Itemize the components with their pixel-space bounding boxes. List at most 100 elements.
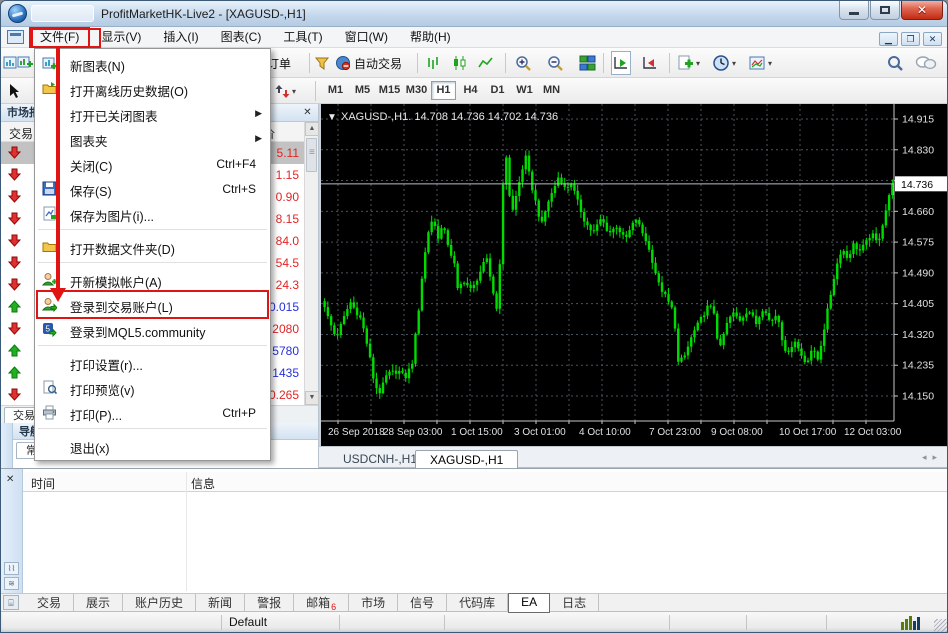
open-chart-icon[interactable] bbox=[17, 51, 34, 75]
timeframe-M5[interactable]: M5 bbox=[350, 81, 375, 100]
file-menu-item-打印预览v[interactable]: 打印预览(v) bbox=[35, 375, 270, 400]
resize-grip[interactable] bbox=[934, 619, 947, 632]
chart-ohlc-title: XAGUSD-,H1. 14.708 14.736 14.702 14.736 bbox=[341, 111, 558, 123]
bid-value: 54.5 bbox=[276, 256, 299, 270]
file-menu-item-退出x[interactable]: 退出(x) bbox=[35, 433, 270, 458]
file-menu-item-保存S[interactable]: 保存(S)Ctrl+S bbox=[35, 176, 270, 201]
file-menu-item-登录到MQL5community[interactable]: 5登录到MQL5.community bbox=[35, 317, 270, 342]
scroll-down-icon[interactable]: ▼ bbox=[305, 391, 319, 405]
menu-帮助H[interactable]: 帮助(H) bbox=[399, 27, 462, 48]
market-watch-scrollbar[interactable]: ▲ ▼ bbox=[304, 122, 318, 405]
terminal-tab-日志[interactable]: 日志 bbox=[550, 594, 599, 612]
zoom-in-icon[interactable] bbox=[515, 51, 533, 75]
terminal-tab-交易[interactable]: 交易 bbox=[25, 594, 74, 612]
search-icon[interactable] bbox=[887, 51, 905, 75]
file-menu-item-打开离线历史数据O[interactable]: 打开离线历史数据(O) bbox=[35, 76, 270, 101]
title-bar[interactable]: ProfitMarketHK-Live2 - [XAGUSD-,H1] ✕ bbox=[1, 1, 948, 27]
file-menu-dropdown: 新图表(N)打开离线历史数据(O)打开已关闭图表▶图表夹▶关闭(C)Ctrl+F… bbox=[34, 48, 271, 461]
auto-scroll-icon[interactable] bbox=[641, 51, 659, 75]
close-button[interactable]: ✕ bbox=[901, 1, 943, 20]
menu-item-label: 保存为图片(i)... bbox=[70, 206, 154, 225]
svg-text:14.830: 14.830 bbox=[902, 144, 934, 156]
menu-item-label: 登录到MQL5.community bbox=[70, 322, 205, 341]
zoom-out-icon[interactable] bbox=[547, 51, 565, 75]
terminal-tab-新闻[interactable]: 新闻 bbox=[196, 594, 245, 612]
terminal-tab-展示[interactable]: 展示 bbox=[74, 594, 123, 612]
menu-插入I[interactable]: 插入(I) bbox=[152, 27, 209, 48]
chart-window-icon[interactable] bbox=[7, 30, 24, 44]
file-menu-item-开新模拟帐户A[interactable]: 开新模拟帐户(A) bbox=[35, 267, 270, 292]
file-menu-item-打开数据文件夹D[interactable]: 打开数据文件夹(D) bbox=[35, 234, 270, 259]
mdi-close-button[interactable]: ✕ bbox=[923, 32, 942, 46]
indicators-button[interactable]: ▾ bbox=[677, 51, 700, 75]
line-chart-icon[interactable] bbox=[477, 51, 495, 75]
chart-tab-xagusd[interactable]: XAGUSD-,H1 bbox=[415, 450, 518, 469]
new-chart-icon bbox=[42, 56, 57, 71]
terminal-column-divider bbox=[186, 472, 187, 591]
file-menu-item-保存为图片i[interactable]: 保存为图片(i)... bbox=[35, 201, 270, 226]
terminal-tab-市场[interactable]: 市场 bbox=[349, 594, 398, 612]
scroll-up-icon[interactable]: ▲ bbox=[305, 122, 319, 136]
terminal-tab-邮箱[interactable]: 邮箱6 bbox=[294, 594, 349, 612]
svg-text:12 Oct 03:00: 12 Oct 03:00 bbox=[844, 427, 902, 438]
updown-arrows-button[interactable]: ▾ bbox=[275, 79, 296, 103]
down-arrow-icon bbox=[8, 190, 21, 203]
terminal-tab-信号[interactable]: 信号 bbox=[398, 594, 447, 612]
tab-scroll-arrows-icon[interactable]: ◂▸ bbox=[922, 452, 943, 463]
timeframe-D1[interactable]: D1 bbox=[485, 81, 510, 100]
file-menu-item-打印P[interactable]: 打印(P)...Ctrl+P bbox=[35, 400, 270, 425]
news-strip-icon[interactable]: ≋ bbox=[4, 577, 19, 590]
timeframe-H1[interactable]: H1 bbox=[431, 81, 456, 100]
file-menu-item-打印设置r[interactable]: 打印设置(r)... bbox=[35, 350, 270, 375]
terminal-tab-代码库[interactable]: 代码库 bbox=[447, 594, 508, 612]
svg-text:26 Sep 2018: 26 Sep 2018 bbox=[328, 427, 385, 438]
svg-text:14.150: 14.150 bbox=[902, 391, 934, 403]
menu-窗口W[interactable]: 窗口(W) bbox=[334, 27, 399, 48]
autotrading-label: 自动交易 bbox=[354, 55, 402, 72]
file-menu-item-图表夹[interactable]: 图表夹▶ bbox=[35, 126, 270, 151]
market-watch-close-icon[interactable]: ✕ bbox=[301, 106, 314, 119]
menu-shortcut: Ctrl+F4 bbox=[216, 157, 256, 171]
timeframe-H4[interactable]: H4 bbox=[458, 81, 483, 100]
file-menu-item-打开已关闭图表[interactable]: 打开已关闭图表▶ bbox=[35, 101, 270, 126]
terminal-tab-账户历史[interactable]: 账户历史 bbox=[123, 594, 196, 612]
svg-text:7 Oct 23:00: 7 Oct 23:00 bbox=[649, 427, 701, 438]
candlestick-icon[interactable] bbox=[451, 51, 469, 75]
panel-toggle-icon[interactable]: ⌸ bbox=[3, 595, 19, 610]
chart-canvas[interactable]: 14.91514.83014.74514.66014.57514.49014.4… bbox=[321, 104, 948, 446]
timeframe-M15[interactable]: M15 bbox=[377, 81, 402, 100]
menu-图表C[interactable]: 图表(C) bbox=[210, 27, 273, 48]
ticker-icon[interactable]: ⌇⌇ bbox=[4, 562, 19, 575]
menu-工具T[interactable]: 工具(T) bbox=[272, 27, 333, 48]
periods-button[interactable]: ▾ bbox=[713, 51, 736, 75]
mdi-minimize-button[interactable]: ▁ bbox=[879, 32, 898, 46]
cursor-icon[interactable] bbox=[7, 79, 21, 103]
mql5-market-icon[interactable] bbox=[313, 51, 331, 75]
bid-value: 5.11 bbox=[277, 146, 299, 160]
scrollbar-thumb[interactable] bbox=[306, 138, 317, 172]
mdi-restore-button[interactable]: ❐ bbox=[901, 32, 920, 46]
tile-windows-icon[interactable] bbox=[579, 51, 596, 75]
menu-separator bbox=[35, 342, 270, 350]
chart-shift-icon[interactable] bbox=[611, 51, 631, 75]
terminal-tab-警报[interactable]: 警报 bbox=[245, 594, 294, 612]
menu-item-label: 退出(x) bbox=[70, 438, 110, 457]
bar-chart-icon[interactable] bbox=[425, 51, 443, 75]
templates-button[interactable]: ▾ bbox=[749, 51, 772, 75]
terminal-tab-EA[interactable]: EA bbox=[508, 593, 550, 613]
autotrading-button[interactable]: 自动交易 bbox=[335, 51, 402, 75]
timeframe-MN[interactable]: MN bbox=[539, 81, 564, 100]
menu-item-label: 打印(P)... bbox=[70, 405, 122, 424]
down-arrow-icon bbox=[8, 212, 21, 225]
timeframe-M1[interactable]: M1 bbox=[323, 81, 348, 100]
minimize-button[interactable] bbox=[839, 1, 869, 20]
maximize-button[interactable] bbox=[870, 1, 900, 20]
terminal-close-icon[interactable]: ✕ bbox=[6, 474, 14, 485]
timeframe-W1[interactable]: W1 bbox=[512, 81, 537, 100]
profile-name[interactable]: Default bbox=[229, 615, 267, 629]
file-menu-item-新图表N[interactable]: 新图表(N) bbox=[35, 51, 270, 76]
down-arrow-icon bbox=[8, 388, 21, 401]
file-menu-item-关闭C[interactable]: 关闭(C)Ctrl+F4 bbox=[35, 151, 270, 176]
chat-icon[interactable] bbox=[915, 51, 937, 75]
timeframe-M30[interactable]: M30 bbox=[404, 81, 429, 100]
